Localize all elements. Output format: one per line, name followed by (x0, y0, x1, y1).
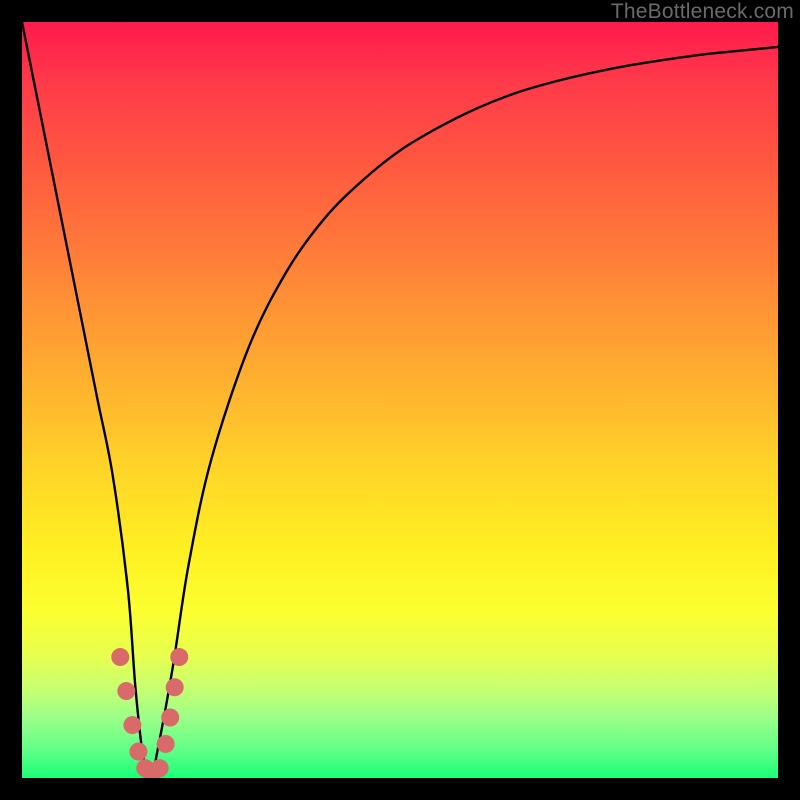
curve-marker (129, 743, 147, 761)
chart-frame: TheBottleneck.com (0, 0, 800, 800)
curve-markers (111, 648, 188, 778)
chart-svg (22, 22, 778, 778)
curve-marker (170, 648, 188, 666)
curve-marker (151, 759, 169, 777)
bottleneck-curve (22, 22, 778, 778)
curve-marker (123, 716, 141, 734)
watermark-text: TheBottleneck.com (611, 0, 794, 24)
curve-marker (117, 682, 135, 700)
curve-marker (143, 764, 161, 778)
curve-marker (111, 648, 129, 666)
chart-plot-area (22, 22, 778, 778)
curve-marker (136, 759, 154, 777)
curve-marker (161, 709, 179, 727)
curve-marker (166, 678, 184, 696)
curve-marker (157, 735, 175, 753)
